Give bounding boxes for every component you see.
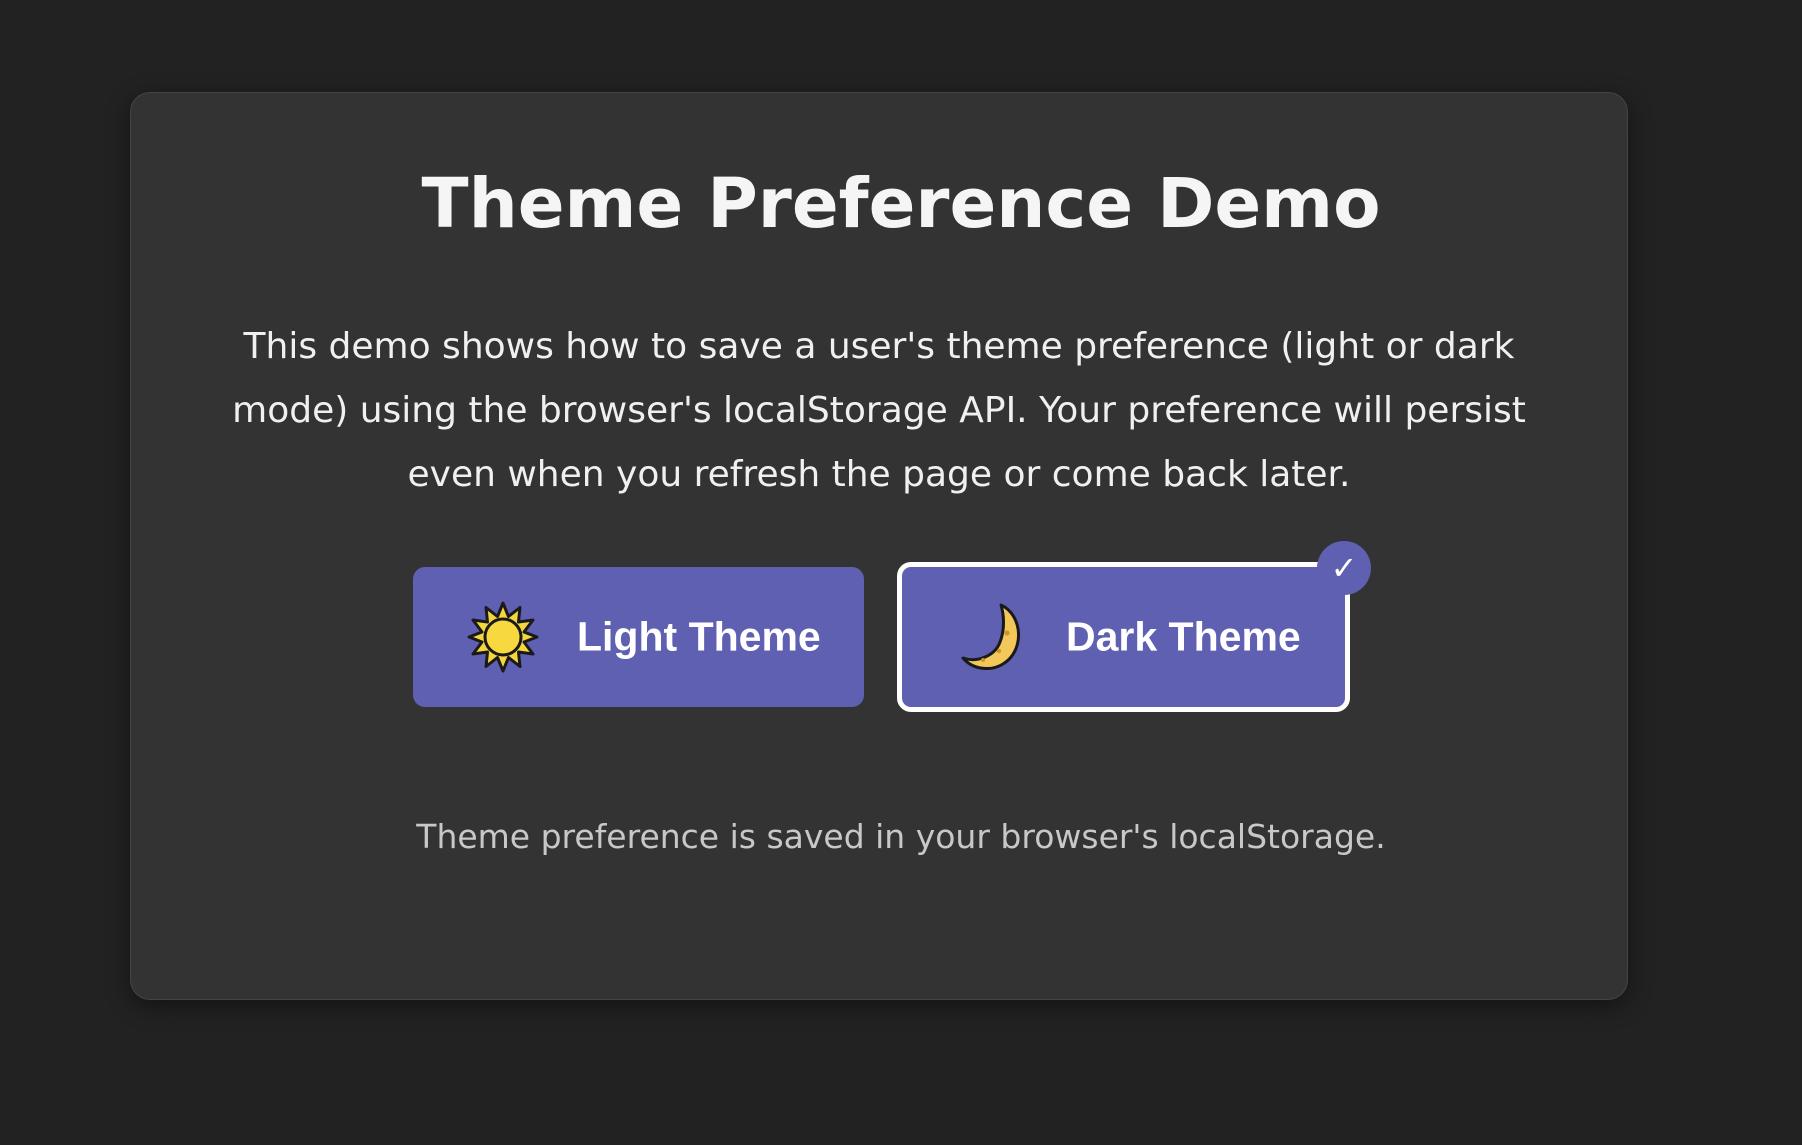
demo-description: This demo shows how to save a user's the… xyxy=(232,326,1526,495)
moon-icon xyxy=(957,601,1029,673)
light-theme-button[interactable]: Light Theme xyxy=(413,567,864,707)
storage-note: Theme preference is saved in your browse… xyxy=(416,817,1386,856)
dark-theme-button[interactable]: Dark Theme xyxy=(897,562,1350,712)
dark-theme-label: Dark Theme xyxy=(1066,613,1301,660)
selected-checkmark-icon: ✓ xyxy=(1317,541,1371,595)
light-theme-label: Light Theme xyxy=(577,613,821,660)
sun-icon xyxy=(467,601,539,673)
page-title: Theme Preference Demo xyxy=(421,164,1381,244)
